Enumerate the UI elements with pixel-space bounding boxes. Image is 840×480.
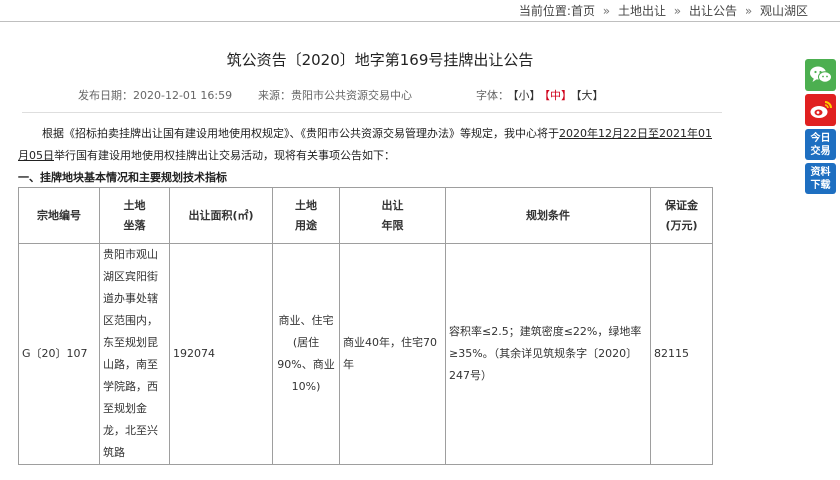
cell-deposit: 82115 — [650, 243, 713, 465]
cell-use: 商业、住宅 (居住90%、商业10%) — [272, 243, 340, 465]
font-size-switcher: 字体： 【小】 【中】 【大】 — [476, 87, 604, 103]
meta-divider — [22, 112, 722, 113]
page-title: 筑公资告〔2020〕地字第169号挂牌出让公告 — [226, 51, 534, 69]
weibo-icon — [810, 101, 832, 118]
intro-text-part1: 根据《招标拍卖挂牌出让国有建设用地使用权规定》、《贵阳市公共资源交易管理办法》等… — [42, 127, 559, 140]
source-value: 贵阳市公共资源交易中心 — [291, 89, 412, 102]
publish-date-value: 2020-12-01 16:59 — [133, 89, 233, 102]
cell-conditions: 容积率≤2.5；建筑密度≤22%，绿地率≥35%。（其余详见筑规条字〔2020〕… — [445, 243, 651, 465]
header-use: 土地 用途 — [272, 187, 340, 244]
intro-paragraph: 根据《招标拍卖挂牌出让国有建设用地使用权规定》、《贵阳市公共资源交易管理办法》等… — [18, 123, 722, 167]
header-divider — [0, 21, 840, 22]
section-heading: 一、挂牌地块基本情况和主要规划技术指标 — [18, 171, 227, 184]
header-term: 出让 年限 — [339, 187, 446, 244]
header-deposit: 保证金 (万元) — [650, 187, 713, 244]
cell-location: 贵阳市观山湖区宾阳街道办事处辖区范围内，东至规划昆山路，南至学院路，西至规划金龙… — [99, 243, 170, 465]
weibo-share-button[interactable] — [805, 94, 836, 126]
cell-use-ratio: (居住90%、商业10%) — [277, 336, 335, 393]
breadcrumb-guanshanhu[interactable]: 观山湖区 — [760, 4, 808, 18]
today-trade-label: 今日交易 — [810, 132, 831, 157]
font-size-small-link[interactable]: 【小】 — [513, 89, 541, 102]
header-conditions: 规划条件 — [445, 187, 651, 244]
table-row: G〔20〕107 贵阳市观山湖区宾阳街道办事处辖区范围内，东至规划昆山路，南至学… — [18, 243, 713, 465]
intro-text-part2: 举行国有建设用地使用权挂牌出让交易活动，现将有关事项公告如下： — [54, 149, 395, 162]
breadcrumb-transfer-notice[interactable]: 出让公告 — [689, 4, 737, 18]
breadcrumb-separator: » — [602, 4, 611, 18]
font-size-large-link[interactable]: 【大】 — [576, 89, 604, 102]
cell-term: 商业40年，住宅70年 — [339, 243, 446, 465]
today-trade-button[interactable]: 今日交易 — [805, 129, 836, 160]
font-size-label: 字体： — [476, 89, 509, 102]
breadcrumb-home[interactable]: 首页 — [571, 4, 595, 18]
header-location: 土地 坐落 — [99, 187, 170, 244]
cell-plot-id: G〔20〕107 — [18, 243, 100, 465]
publish-date-label: 发布日期： — [78, 89, 133, 102]
breadcrumb-separator: » — [744, 4, 753, 18]
source-label: 来源： — [258, 89, 291, 102]
download-label: 资料下载 — [810, 166, 831, 191]
download-button[interactable]: 资料下载 — [805, 163, 836, 194]
plot-info-table: 宗地编号 土地 坐落 出让面积(㎡) 土地 用途 出让 年限 规划条件 保证金 (万元)… — [18, 187, 713, 465]
header-plot-id: 宗地编号 — [18, 187, 100, 244]
breadcrumb-prefix: 当前位置: — [518, 4, 571, 18]
source-meta: 来源：贵阳市公共资源交易中心 — [258, 87, 412, 103]
wechat-icon — [809, 66, 832, 83]
table-header-row: 宗地编号 土地 坐落 出让面积(㎡) 土地 用途 出让 年限 规划条件 保证金 (万元) — [18, 187, 713, 244]
wechat-share-button[interactable] — [805, 59, 836, 91]
publish-date-meta: 发布日期：2020-12-01 16:59 — [78, 87, 232, 103]
font-size-medium-link[interactable]: 【中】 — [545, 89, 573, 102]
breadcrumb-land-transfer[interactable]: 土地出让 — [618, 4, 666, 18]
breadcrumb-separator: » — [673, 4, 682, 18]
header-area: 出让面积(㎡) — [169, 187, 273, 244]
cell-area: 192074 — [169, 243, 273, 465]
breadcrumb: 当前位置:首页 » 土地出让 » 出让公告 » 观山湖区 — [519, 2, 808, 19]
cell-use-main: 商业、住宅 — [278, 314, 334, 327]
